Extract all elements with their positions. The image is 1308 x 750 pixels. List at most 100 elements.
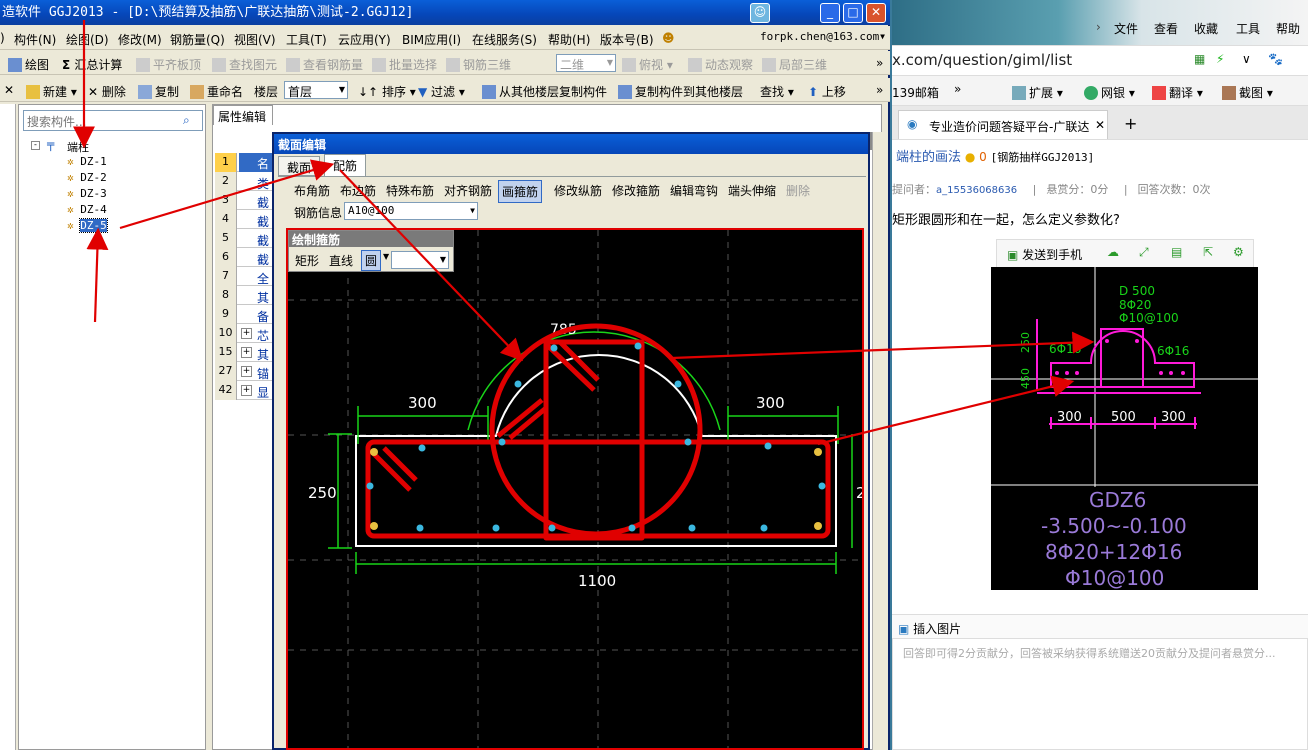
menu-help-browser[interactable]: 帮助 [1276, 20, 1300, 37]
menu-bim[interactable]: BIM应用(I) [402, 31, 461, 48]
paw-icon[interactable]: 🐾 [1268, 52, 1283, 66]
sort-button[interactable]: ↓↑ 排序 ▾ [358, 83, 416, 100]
property-row[interactable]: 10 + 芯 [215, 324, 275, 343]
find-element-button[interactable]: 查找图元 [212, 56, 277, 73]
dynamic-view-button[interactable]: 动态观察 [688, 56, 753, 73]
collapse-icon[interactable]: - [31, 141, 40, 150]
copy-from-floor-button[interactable]: 从其他楼层复制构件 [482, 83, 607, 100]
expand-icon[interactable]: + [241, 328, 252, 339]
menu-help[interactable]: 帮助(H) [548, 31, 590, 48]
circle-dropdown-icon[interactable]: ▼ [383, 252, 389, 261]
corner-rebar-button[interactable]: 布角筋 [294, 182, 330, 199]
end-stretch-button[interactable]: 端头伸缩 [728, 182, 776, 199]
batch-select-button[interactable]: 批量选择 [372, 56, 437, 73]
flat-slab-button[interactable]: 平齐板顶 [136, 56, 201, 73]
menu-view-browser[interactable]: 查看 [1154, 20, 1178, 37]
menu-view[interactable]: 视图(V) [234, 31, 276, 48]
menu-component[interactable]: 构件(N) [14, 31, 56, 48]
property-row[interactable]: 1名 [215, 153, 275, 172]
toolbar2-overflow-icon[interactable]: » [876, 83, 883, 97]
draw-button[interactable]: 绘图 [8, 56, 49, 73]
close-pane-icon[interactable]: ✕ [4, 83, 14, 97]
menu-draw[interactable]: 绘图(D) [66, 31, 109, 48]
view-mode-select[interactable]: 二维 ▼ [556, 54, 616, 72]
new-tab-icon[interactable]: + [1124, 114, 1137, 133]
edge-rebar-button[interactable]: 布边筋 [340, 182, 376, 199]
component-search-input[interactable]: 搜索构件... [23, 110, 203, 131]
tab-property-edit[interactable]: 属性编辑 [213, 105, 273, 125]
tree-root-end-column[interactable]: 端柱 [67, 139, 89, 155]
property-row[interactable]: 2类 [215, 172, 275, 191]
question-image[interactable]: D 500 8Φ20 Φ10@100 6Φ16 6Φ16 250 450 300… [991, 267, 1258, 590]
align-rebar-button[interactable]: 对齐钢筋 [444, 182, 492, 199]
property-row[interactable]: 3截 [215, 191, 275, 210]
draw-stirrup-button[interactable]: 画箍筋 [498, 180, 543, 203]
property-row[interactable]: 7全 [215, 267, 275, 286]
view-rebar-button[interactable]: 查看钢筋量 [286, 56, 363, 73]
menu-favorites[interactable]: 收藏 [1194, 20, 1218, 37]
menu-rebar[interactable]: 钢筋量(Q) [170, 31, 225, 48]
answer-textarea[interactable]: 回答即可得2分贡献分，回答被采纳获得系统赠送20贡献分及提问者悬赏分... [892, 638, 1308, 750]
dropdown-icon[interactable]: ∨ [1242, 52, 1251, 66]
settings-gear-icon[interactable]: ⚙ [1233, 245, 1244, 259]
bookmark-screenshot[interactable]: 截图 ▾ [1222, 84, 1273, 101]
insert-image-button[interactable]: ▣ 插入图片 [898, 620, 961, 637]
property-row[interactable]: 5截 [215, 229, 275, 248]
tab-section[interactable]: 截面 [278, 156, 321, 176]
menu-version[interactable]: 版本号(B) [600, 31, 654, 48]
expand-icon[interactable]: + [241, 385, 252, 396]
save-icon[interactable]: ▤ [1171, 245, 1182, 259]
minimize-button[interactable]: _ [820, 3, 840, 23]
search-icon[interactable]: ⌕ [183, 113, 190, 128]
user-account[interactable]: forpk.chen@163.com ▼ [757, 29, 887, 47]
menu-modify[interactable]: 修改(M) [118, 31, 162, 48]
section-canvas[interactable]: 300 300 785 250 2 1100 [286, 228, 866, 750]
property-row[interactable]: 42 + 显 [215, 381, 275, 400]
draw-mode-select[interactable]: ▼ [391, 251, 449, 269]
copy-to-floor-button[interactable]: 复制构件到其他楼层 [618, 83, 743, 100]
menu-online[interactable]: 在线服务(S) [472, 31, 537, 48]
menu-tools-browser[interactable]: 工具 [1236, 20, 1260, 37]
tree-item-dz5[interactable]: ✲ DZ-5 [67, 218, 108, 233]
property-row[interactable]: 27 + 锚 [215, 362, 275, 381]
property-row[interactable]: 4截 [215, 210, 275, 229]
asker-link[interactable]: a_15536068636 [936, 185, 1017, 196]
menu-tools[interactable]: 工具(T) [286, 31, 327, 48]
tree-item-dz3[interactable]: ✲ DZ-3 [67, 187, 107, 200]
property-row[interactable]: 8其 [215, 286, 275, 305]
top-view-button[interactable]: 俯视 ▾ [622, 56, 673, 73]
line-mode-button[interactable]: 直线 [329, 252, 353, 269]
help-icon[interactable]: ☺ [750, 3, 770, 23]
menu-file[interactable]: 文件 [1114, 20, 1138, 37]
back-chevron-icon[interactable]: › [1096, 20, 1101, 34]
rect-mode-button[interactable]: 矩形 [295, 252, 319, 269]
find-button[interactable]: 查找 ▾ [760, 83, 794, 100]
copy-button[interactable]: 复制 [138, 83, 179, 100]
floor-select[interactable]: 首层 ▼ [284, 81, 348, 99]
filter-button[interactable]: ▼ 过滤 ▾ [418, 83, 465, 100]
delete-rebar-button[interactable]: 删除 [786, 182, 810, 199]
tree-item-dz2[interactable]: ✲ DZ-2 [67, 171, 107, 184]
tree-item-dz1[interactable]: ✲ DZ-1 [67, 155, 107, 168]
share-icon[interactable]: ⇱ [1203, 245, 1213, 259]
browser-tab-active[interactable]: ◉ 专业造价问题答疑平台-广联达 ✕ [898, 110, 1108, 139]
close-button[interactable]: ✕ [866, 3, 886, 23]
tree-item-dz4[interactable]: ✲ DZ-4 [67, 203, 107, 216]
bookmark-translate[interactable]: 翻译 ▾ [1152, 84, 1203, 101]
delete-button[interactable]: ✕ 删除 [88, 83, 126, 100]
lightning-icon[interactable]: ⚡ [1216, 52, 1224, 66]
url-input[interactable]: x.com/question/giml/list [892, 51, 1072, 69]
bookmark-extension[interactable]: 扩展 ▾ [1012, 84, 1063, 101]
property-row[interactable]: 15 + 其 [215, 343, 275, 362]
tab-close-icon[interactable]: ✕ [1095, 118, 1105, 132]
section-drawing[interactable]: 300 300 785 250 2 1100 [288, 230, 866, 748]
cloud-icon[interactable]: ☁ [1107, 245, 1119, 259]
bookmark-139[interactable]: 139邮箱 [892, 84, 939, 101]
vertical-scrollbar[interactable] [872, 132, 886, 750]
maximize-button[interactable]: □ [843, 3, 863, 23]
edit-hook-button[interactable]: 编辑弯钩 [670, 182, 718, 199]
question-title[interactable]: 端柱的画法 [896, 150, 961, 165]
fullscreen-icon[interactable]: ⤢ [1139, 245, 1149, 260]
menu-cloud[interactable]: 云应用(Y) [338, 31, 391, 48]
sum-calc-button[interactable]: Σ 汇总计算 [62, 56, 122, 73]
